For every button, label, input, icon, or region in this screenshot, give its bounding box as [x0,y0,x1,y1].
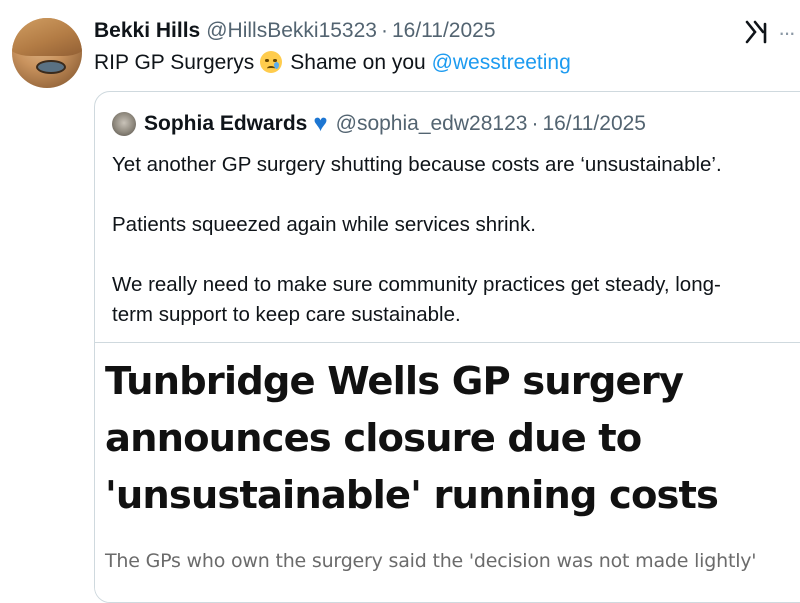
quote-author-name[interactable]: Sophia Edwards [144,112,307,136]
mention-link[interactable]: @wesstreeting [432,51,571,74]
quote-author-avatar[interactable] [112,112,136,136]
blue-heart-icon: ♥ [313,110,328,137]
more-options-icon[interactable]: ··· [778,20,796,46]
tweet-text: RIP GP Surgerys Shame on you @wesstreetin… [94,49,571,77]
author-handle[interactable]: @HillsBekki15323 [206,19,377,43]
quote-line: term support to keep care sustainable. [112,303,461,326]
avatar-eye [36,60,66,74]
headline-line: 'unsustainable' running costs [105,473,719,518]
tweet-text-before: RIP GP Surgerys [94,51,255,74]
headline-line: announces closure due to [105,416,642,461]
author-avatar[interactable] [12,18,82,88]
avatar-hair [12,18,82,56]
quoted-tweet-card[interactable]: Sophia Edwards ♥ @sophia_edw28123 · 16/1… [94,91,800,603]
quote-line: Patients squeezed again while services s… [112,213,536,236]
quote-media-image[interactable]: Tunbridge Wells GP surgery announces clo… [95,342,800,602]
quote-line: We really need to make sure community pr… [112,273,721,296]
author-name[interactable]: Bekki Hills [94,19,200,43]
article-headline: Tunbridge Wells GP surgery announces clo… [105,353,800,524]
quote-header: Sophia Edwards ♥ @sophia_edw28123 · 16/1… [112,110,646,138]
quote-line: Yet another GP surgery shutting because … [112,153,722,176]
separator-dot: · [380,19,388,42]
tweet-header: Bekki Hills @HillsBekki15323 · 16/11/202… [94,17,496,45]
quote-author-handle[interactable]: @sophia_edw28123 [336,112,528,136]
quote-date[interactable]: 16/11/2025 [542,112,646,136]
tweet-text-after: Shame on you [290,51,426,74]
crying-face-icon [260,51,283,73]
headline-line: Tunbridge Wells GP surgery [105,359,684,404]
x-logo-icon[interactable] [744,19,770,45]
article-subheading: The GPs who own the surgery said the 'de… [105,550,757,572]
quote-separator-dot: · [531,112,539,135]
quote-body: Yet another GP surgery shutting because … [112,150,792,330]
tweet-date[interactable]: 16/11/2025 [392,19,496,43]
